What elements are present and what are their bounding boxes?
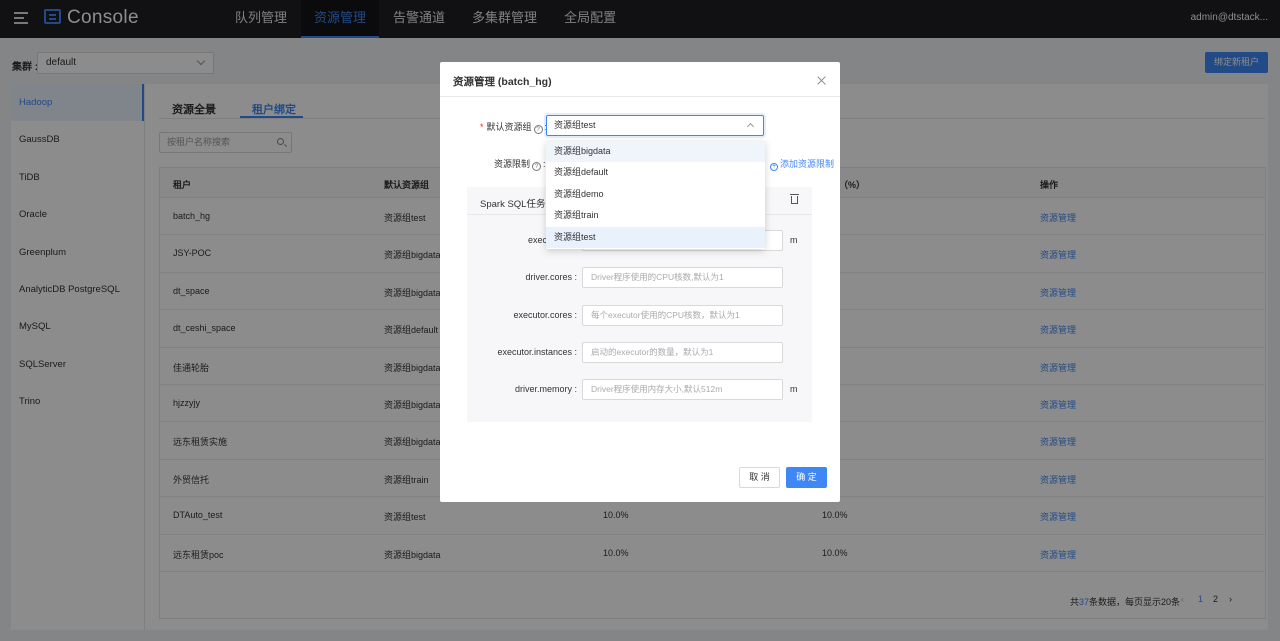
help-icon[interactable]: ? (532, 162, 542, 171)
chevron-up-icon (746, 122, 755, 131)
default-group-select[interactable]: 资源组test (546, 115, 764, 136)
confirm-button[interactable]: 确 定 (786, 467, 827, 488)
dropdown-option[interactable]: 资源组demo (546, 184, 765, 205)
executor-instances-input[interactable]: 启动的executor的数量，默认为1 (582, 342, 783, 363)
dropdown-option[interactable]: 资源组default (546, 162, 765, 183)
field-label-driver-memory: driver.memory : (514, 384, 577, 394)
close-icon[interactable] (817, 76, 826, 85)
resource-management-modal: 资源管理 (batch_hg) * 默认资源组?: 资源组test 资源限制?: … (440, 62, 840, 502)
driver-memory-input[interactable]: Driver程序使用内存大小,默认512m (582, 379, 783, 400)
modal-title: 资源管理 (batch_hg) (440, 62, 840, 97)
resource-limit-label: 资源限制?: (494, 159, 546, 171)
dropdown-option[interactable]: 资源组test (546, 226, 765, 248)
executor-cores-input[interactable]: 每个executor使用的CPU核数，默认为1 (582, 305, 783, 326)
dropdown-option[interactable]: 资源组train (546, 205, 765, 226)
add-resource-limit-link[interactable]: + 添加资源限制 (770, 157, 834, 171)
default-group-label: * 默认资源组?: (480, 122, 548, 134)
help-icon[interactable]: ? (533, 125, 543, 134)
default-group-dropdown: 资源组bigdata 资源组default 资源组demo 资源组train 资… (546, 141, 765, 249)
plus-circle-icon: + (770, 163, 778, 171)
field-label-executor-instances: executor.instances : (497, 347, 577, 357)
cancel-button[interactable]: 取 消 (739, 467, 780, 488)
executor-memory-unit: m (790, 235, 798, 245)
trash-icon[interactable] (790, 194, 799, 204)
dropdown-option[interactable]: 资源组bigdata (546, 141, 765, 163)
driver-cores-input[interactable]: Driver程序使用的CPU核数,默认为1 (582, 267, 783, 288)
field-label-driver-cores: driver.cores : (525, 272, 577, 282)
driver-memory-unit: m (790, 384, 798, 394)
default-group-value: 资源组test (554, 120, 596, 130)
field-label-executor-cores: executor.cores : (513, 310, 577, 320)
